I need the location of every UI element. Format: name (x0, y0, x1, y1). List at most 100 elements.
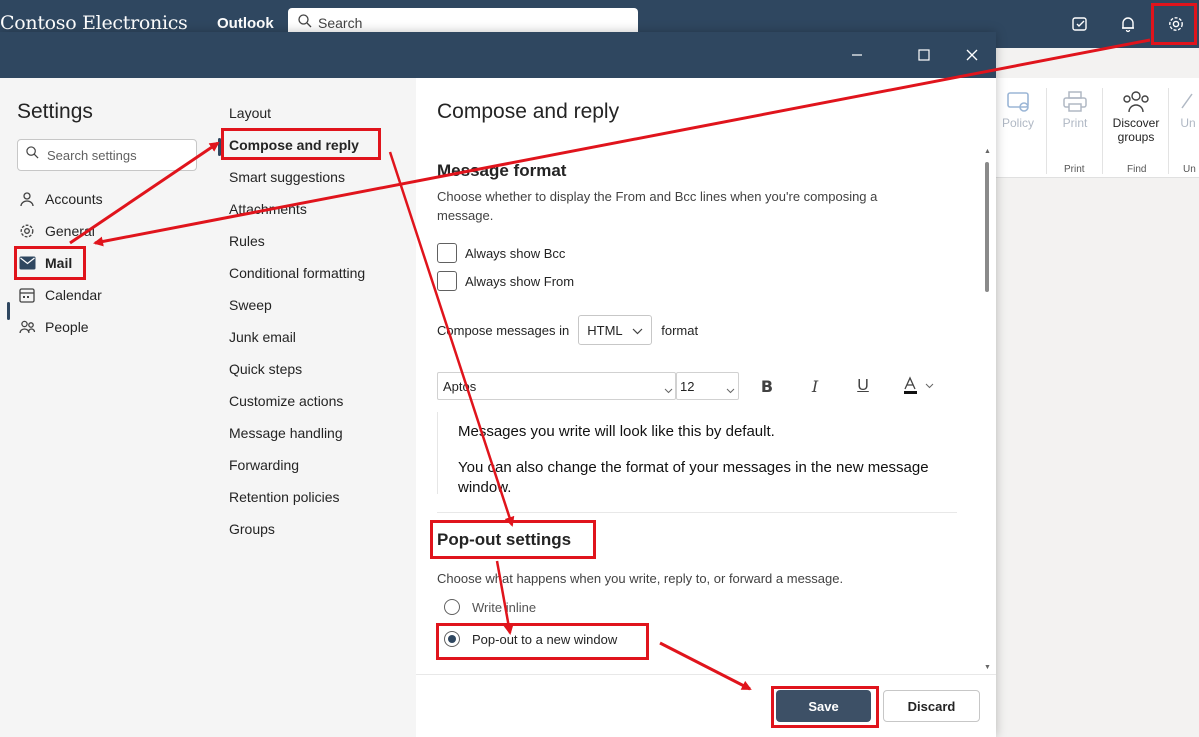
font-family-value: Aptos (443, 378, 477, 394)
content-scrollbar[interactable]: ▲ ▼ (982, 146, 992, 674)
font-family-select[interactable]: Aptos (437, 372, 676, 400)
write-inline-radio[interactable]: Write inline (444, 599, 536, 615)
underline-icon[interactable]: U (851, 374, 875, 398)
app-name[interactable]: Outlook (217, 15, 274, 32)
ribbon-policy[interactable]: Policy (1000, 90, 1036, 130)
preview-line-1: Messages you write will look like this b… (458, 423, 775, 440)
italic-icon[interactable]: I (803, 374, 827, 398)
section-divider (437, 512, 957, 513)
maximize-icon[interactable] (913, 44, 935, 66)
close-icon[interactable] (961, 44, 983, 66)
ribbon-print-label: Print (1062, 116, 1088, 130)
ribbon-group-print: Print (1064, 164, 1085, 175)
always-show-from-checkbox[interactable]: Always show From (437, 271, 574, 291)
search-icon (298, 13, 312, 33)
discard-button[interactable]: Discard (883, 690, 980, 722)
chevron-down-icon (664, 382, 673, 397)
mail-icon (18, 254, 36, 272)
popout-settings-heading: Pop-out settings (437, 530, 572, 549)
popout-description: Choose what happens when you write, repl… (437, 571, 844, 586)
save-button[interactable]: Save (776, 690, 871, 722)
settings-category-nav: Settings Search settings Accounts Genera… (0, 78, 218, 737)
font-size-value: 12 (680, 378, 695, 394)
nav-rules[interactable]: Rules (229, 233, 265, 249)
category-people[interactable]: People (18, 314, 89, 340)
scroll-thumb[interactable] (985, 162, 989, 292)
category-accounts[interactable]: Accounts (18, 186, 103, 212)
scroll-down-icon[interactable]: ▼ (984, 664, 991, 671)
calendar-icon (18, 286, 36, 304)
nav-junk-email[interactable]: Junk email (229, 329, 296, 345)
message-format-heading: Message format (437, 161, 567, 180)
font-color-icon[interactable] (899, 374, 939, 398)
compose-reply-pane: Compose and reply Message format Choose … (416, 78, 996, 737)
preview-line-2: You can also change the format of your m… (458, 459, 929, 496)
message-format-description: Choose whether to display the From and B… (437, 189, 878, 223)
always-show-bcc-checkbox[interactable]: Always show Bcc (437, 243, 565, 263)
notes-icon[interactable] (1066, 10, 1094, 38)
printer-icon (1058, 90, 1092, 116)
nav-conditional-formatting[interactable]: Conditional formatting (229, 265, 365, 281)
mail-settings-nav: Layout Compose and reply Smart suggestio… (218, 78, 416, 737)
ribbon-group-find: Find (1127, 164, 1147, 175)
ribbon-discover-groups[interactable]: Discover groups (1110, 90, 1162, 144)
ribbon-un[interactable]: Un (1178, 90, 1198, 130)
format-preview: Messages you write will look like this b… (437, 412, 957, 496)
settings-search-placeholder: Search settings (47, 147, 137, 163)
ribbon-print[interactable]: Print (1058, 90, 1092, 130)
nav-customize-actions[interactable]: Customize actions (229, 393, 343, 409)
format-dropdown-value: HTML (587, 322, 623, 338)
write-inline-label: Write inline (472, 599, 537, 615)
minimize-icon[interactable] (846, 44, 868, 66)
category-mail[interactable]: Mail (18, 250, 72, 276)
nav-smart-suggestions[interactable]: Smart suggestions (229, 169, 345, 185)
nav-forwarding[interactable]: Forwarding (229, 457, 299, 473)
ribbon-policy-label: Policy (1001, 116, 1034, 130)
settings-search-input[interactable]: Search settings (17, 139, 197, 171)
nav-attachments[interactable]: Attachments (229, 201, 307, 217)
popout-new-window-label: Pop-out to a new window (472, 631, 618, 647)
popout-new-window-radio[interactable]: Pop-out to a new window (444, 631, 617, 647)
person-icon (18, 190, 36, 208)
bold-icon[interactable]: B (755, 374, 779, 398)
selection-indicator (218, 138, 221, 156)
people-group-icon (1110, 90, 1162, 116)
checkbox-box (437, 243, 457, 263)
nav-message-handling[interactable]: Message handling (229, 425, 343, 441)
compose-format-prefix: Compose messages in (437, 322, 570, 338)
compose-format-row: Compose messages in HTML format (437, 315, 698, 345)
dialog-title-bar (0, 32, 996, 78)
settings-scroll-area[interactable]: Message format Choose whether to display… (416, 146, 996, 674)
default-font-toolbar: Aptos 12 B I U (437, 372, 957, 402)
nav-retention-policies[interactable]: Retention policies (229, 489, 340, 505)
settings-dialog: Settings Search settings Accounts Genera… (0, 32, 996, 737)
always-show-bcc-label: Always show Bcc (465, 245, 566, 261)
settings-title: Settings (17, 100, 93, 123)
page-title: Compose and reply (437, 100, 620, 123)
scroll-up-icon[interactable]: ▲ (984, 148, 991, 155)
global-search-label: Search (318, 15, 363, 31)
category-general-label: General (45, 223, 95, 239)
selection-indicator (7, 302, 10, 320)
category-calendar[interactable]: Calendar (18, 282, 102, 308)
radio-circle-selected (444, 631, 460, 647)
nav-quick-steps[interactable]: Quick steps (229, 361, 302, 377)
font-size-select[interactable]: 12 (676, 372, 739, 400)
nav-groups[interactable]: Groups (229, 521, 275, 537)
settings-gear-icon[interactable] (1162, 10, 1190, 38)
nav-compose-and-reply[interactable]: Compose and reply (229, 137, 359, 153)
policy-icon (1000, 90, 1036, 116)
ribbon-discover-groups-label: Discover groups (1112, 116, 1160, 144)
gear-icon (18, 222, 36, 240)
brand-logo-text: Contoso Electronics (0, 12, 188, 34)
chevron-down-icon (726, 382, 735, 397)
nav-sweep[interactable]: Sweep (229, 297, 272, 313)
ribbon-un-label: Un (1180, 116, 1196, 130)
bell-icon[interactable] (1114, 10, 1142, 38)
category-people-label: People (45, 319, 89, 335)
format-dropdown[interactable]: HTML (578, 315, 653, 345)
radio-circle (444, 599, 460, 615)
checkbox-box (437, 271, 457, 291)
category-general[interactable]: General (18, 218, 95, 244)
nav-layout[interactable]: Layout (229, 105, 271, 121)
